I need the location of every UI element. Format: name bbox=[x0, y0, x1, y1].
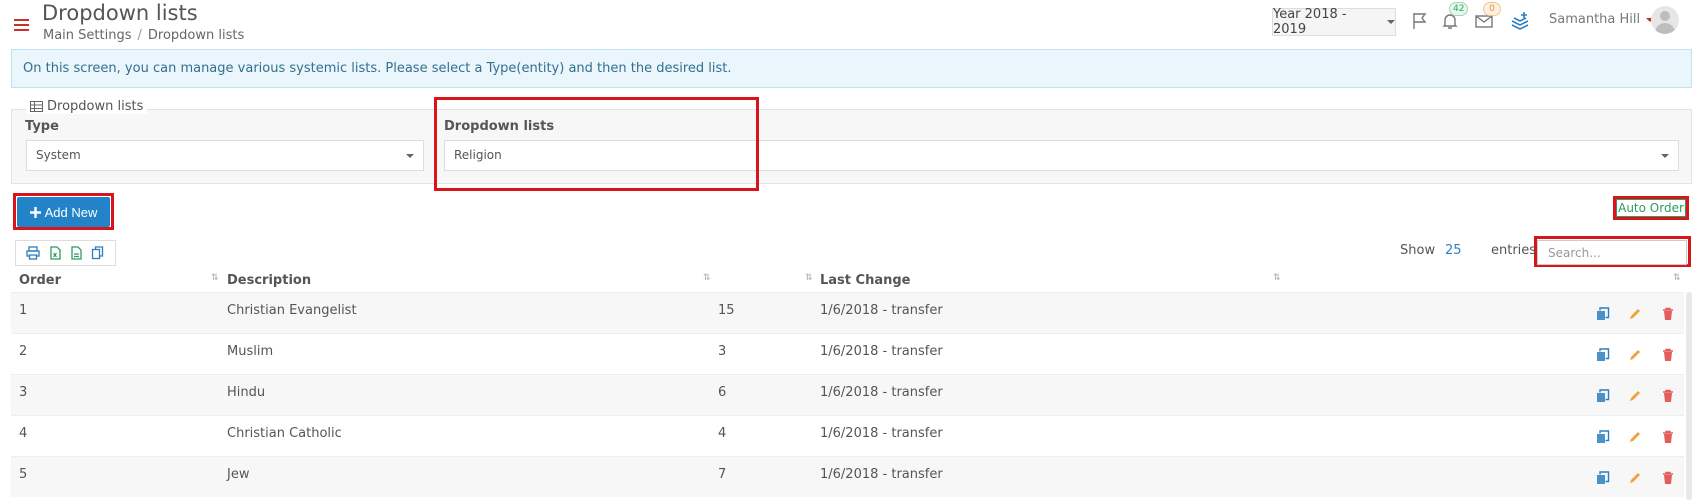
layers-add-icon[interactable] bbox=[1510, 11, 1530, 31]
description-cell: Christian Evangelist bbox=[227, 303, 357, 318]
order-cell: 4 bbox=[19, 426, 28, 441]
type-label: Type bbox=[25, 119, 59, 134]
row-actions bbox=[1596, 307, 1676, 323]
year-selector-label: Year 2018 - 2019 bbox=[1273, 7, 1347, 37]
pencil-icon[interactable] bbox=[1628, 471, 1642, 485]
breadcrumb: Main Settings / Dropdown lists bbox=[43, 28, 244, 43]
count-cell: 3 bbox=[718, 344, 727, 359]
last-change-cell: 1/6/2018 - transfer bbox=[820, 344, 943, 359]
copy-icon[interactable] bbox=[1596, 307, 1610, 321]
breadcrumb-dropdown-lists: Dropdown lists bbox=[147, 28, 245, 43]
table-row[interactable]: 5 Jew 7 1/6/2018 - transfer bbox=[11, 456, 1684, 497]
copy-icon[interactable] bbox=[1596, 389, 1610, 403]
description-cell: Hindu bbox=[227, 385, 266, 400]
table-row[interactable]: 4 Christian Catholic 4 1/6/2018 - transfer bbox=[11, 415, 1684, 456]
type-select-value: System bbox=[36, 148, 81, 162]
copy-icon[interactable] bbox=[1596, 348, 1610, 362]
last-change-cell: 1/6/2018 - transfer bbox=[820, 426, 943, 441]
count-cell: 4 bbox=[718, 426, 727, 441]
highlight-dropdown-lists bbox=[434, 97, 759, 191]
user-name: Samantha Hill bbox=[1549, 12, 1641, 27]
chevron-down-icon bbox=[406, 154, 414, 158]
notifications-badge: 42 bbox=[1449, 2, 1469, 16]
sort-icon[interactable]: ⇅ bbox=[703, 273, 710, 283]
description-cell: Jew bbox=[227, 467, 250, 482]
row-actions bbox=[1596, 389, 1676, 405]
filter-legend-label: Dropdown lists bbox=[47, 99, 144, 114]
order-cell: 1 bbox=[19, 303, 28, 318]
pencil-icon[interactable] bbox=[1628, 348, 1642, 362]
trash-icon[interactable] bbox=[1661, 307, 1675, 321]
type-select[interactable]: System bbox=[26, 140, 424, 171]
trash-icon[interactable] bbox=[1661, 389, 1675, 403]
info-alert: On this screen, you can manage various s… bbox=[11, 49, 1692, 88]
trash-icon[interactable] bbox=[1661, 348, 1675, 362]
breadcrumb-main-settings[interactable]: Main Settings bbox=[43, 28, 132, 43]
copy-icon[interactable] bbox=[91, 246, 105, 260]
filter-legend: Dropdown lists bbox=[26, 99, 148, 114]
avatar[interactable] bbox=[1651, 6, 1679, 34]
sort-icon[interactable]: ⇅ bbox=[1673, 273, 1680, 283]
sort-icon[interactable]: ⇅ bbox=[805, 273, 812, 283]
pencil-icon[interactable] bbox=[1628, 307, 1642, 321]
trash-icon[interactable] bbox=[1661, 471, 1675, 485]
count-cell: 6 bbox=[718, 385, 727, 400]
flag-icon[interactable] bbox=[1410, 11, 1430, 31]
copy-icon[interactable] bbox=[1596, 430, 1610, 444]
print-icon[interactable] bbox=[26, 246, 40, 260]
top-header: Dropdown lists Main Settings / Dropdown li… bbox=[0, 0, 1702, 48]
order-cell: 5 bbox=[19, 467, 28, 482]
table-row[interactable]: 2 Muslim 3 1/6/2018 - transfer bbox=[11, 333, 1684, 374]
column-description[interactable]: Description bbox=[227, 273, 311, 288]
description-cell: Muslim bbox=[227, 344, 274, 359]
csv-icon[interactable] bbox=[69, 246, 83, 260]
chevron-down-icon bbox=[1387, 20, 1395, 24]
search-input[interactable] bbox=[1537, 240, 1687, 265]
chevron-down-icon bbox=[1661, 154, 1669, 158]
order-cell: 3 bbox=[19, 385, 28, 400]
entries-label: entries bbox=[1491, 243, 1537, 258]
messages-badge: 0 bbox=[1483, 2, 1501, 16]
last-change-cell: 1/6/2018 - transfer bbox=[820, 467, 943, 482]
last-change-cell: 1/6/2018 - transfer bbox=[820, 303, 943, 318]
user-menu[interactable]: Samantha Hill bbox=[1549, 12, 1655, 27]
pencil-icon[interactable] bbox=[1628, 430, 1642, 444]
table-row[interactable]: 1 Christian Evangelist 15 1/6/2018 - transf… bbox=[11, 292, 1684, 333]
add-new-label: Add New bbox=[44, 204, 98, 220]
count-cell: 15 bbox=[718, 303, 735, 318]
count-cell: 7 bbox=[718, 467, 727, 482]
breadcrumb-separator: / bbox=[137, 28, 142, 43]
pencil-icon[interactable] bbox=[1628, 389, 1642, 403]
sort-icon[interactable]: ⇅ bbox=[1273, 273, 1280, 283]
page-title: Dropdown lists bbox=[42, 1, 198, 25]
column-order[interactable]: Order bbox=[19, 273, 61, 288]
row-actions bbox=[1596, 471, 1676, 487]
last-change-cell: 1/6/2018 - transfer bbox=[820, 385, 943, 400]
row-actions bbox=[1596, 430, 1676, 446]
export-toolbar bbox=[15, 240, 116, 266]
auto-order-button[interactable]: Auto Order bbox=[1616, 199, 1686, 217]
table-row[interactable]: 3 Hindu 6 1/6/2018 - transfer bbox=[11, 374, 1684, 415]
row-actions bbox=[1596, 348, 1676, 364]
description-cell: Christian Catholic bbox=[227, 426, 342, 441]
trash-icon[interactable] bbox=[1661, 430, 1675, 444]
order-cell: 2 bbox=[19, 344, 28, 359]
bell-icon[interactable]: 42 bbox=[1440, 2, 1469, 31]
table-icon bbox=[30, 101, 43, 112]
plus-icon bbox=[29, 206, 41, 218]
envelope-icon[interactable]: 0 bbox=[1474, 2, 1501, 31]
excel-icon[interactable] bbox=[48, 246, 62, 260]
page-size-select[interactable]: 25 bbox=[1445, 243, 1462, 258]
table-header: Order ⇅ Description ⇅ ⇅ Last Change ⇅ ⇅ bbox=[11, 270, 1692, 292]
sort-icon[interactable]: ⇅ bbox=[211, 273, 218, 283]
menu-icon[interactable] bbox=[14, 19, 29, 31]
auto-order-label: Auto Order bbox=[1618, 201, 1684, 215]
table-scrollbar[interactable] bbox=[1686, 292, 1692, 500]
copy-icon[interactable] bbox=[1596, 471, 1610, 485]
year-selector[interactable]: Year 2018 - 2019 bbox=[1272, 7, 1396, 37]
column-last-change[interactable]: Last Change bbox=[820, 273, 910, 288]
show-label: Show bbox=[1400, 243, 1436, 258]
add-new-button[interactable]: Add New bbox=[17, 197, 110, 227]
